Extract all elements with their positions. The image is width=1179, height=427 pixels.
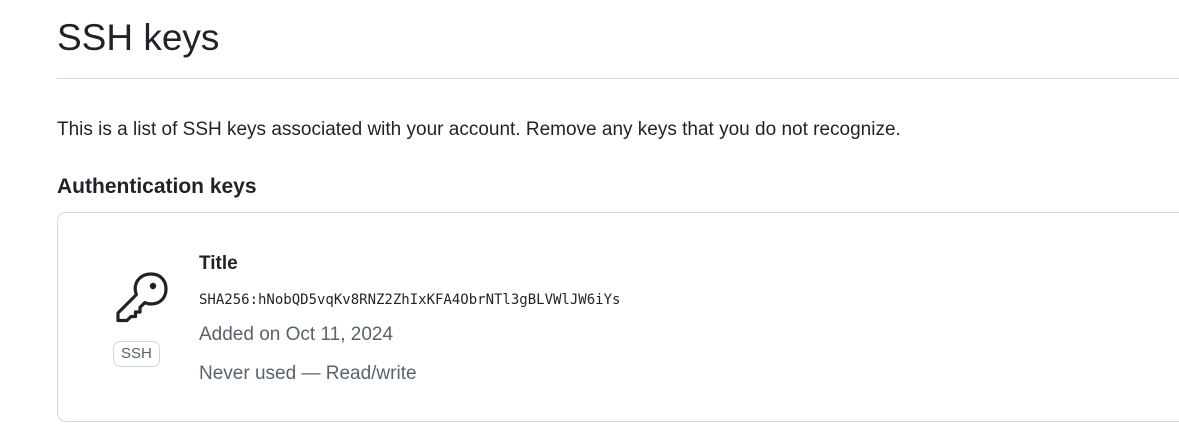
authentication-keys-heading: Authentication keys: [57, 175, 257, 198]
page-title: SSH keys: [57, 17, 220, 58]
key-usage-status: Never used — Read/write: [199, 363, 417, 384]
title-divider: [57, 78, 1179, 79]
ssh-badge: SSH: [113, 341, 160, 367]
ssh-keys-page: SSH keys This is a list of SSH keys asso…: [0, 0, 1179, 427]
key-icon: [116, 272, 168, 323]
key-fingerprint: SHA256:hNobQD5vqKv8RNZ2ZhIxKFA4ObrNTl3gB…: [199, 292, 621, 308]
key-added-date: Added on Oct 11, 2024: [199, 324, 394, 345]
key-title: Title: [199, 253, 238, 274]
page-description: This is a list of SSH keys associated wi…: [57, 119, 901, 140]
ssh-key-list: SSH Title SHA256:hNobQD5vqKv8RNZ2ZhIxKFA…: [57, 212, 1179, 422]
